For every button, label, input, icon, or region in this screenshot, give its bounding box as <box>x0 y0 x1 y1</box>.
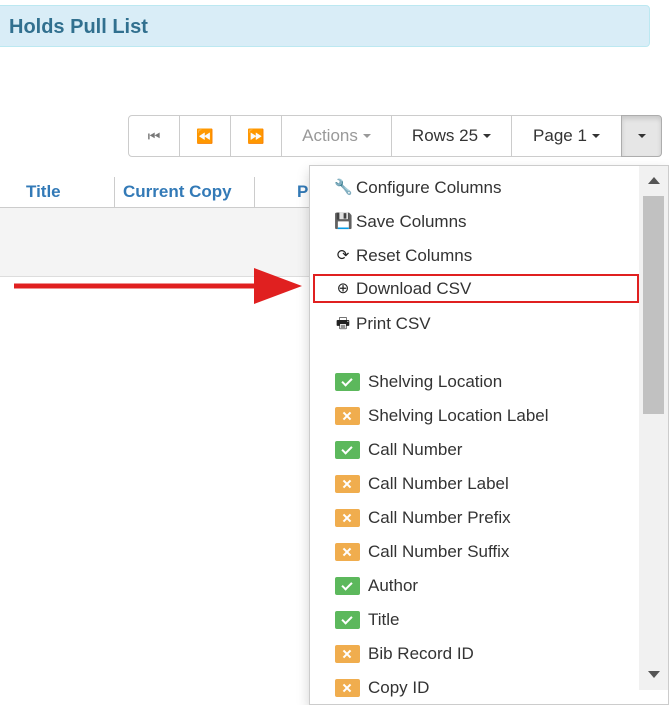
chevron-down-icon <box>637 134 646 138</box>
cross-icon <box>335 475 360 493</box>
column-toggle-call-number[interactable]: Call Number <box>335 435 462 465</box>
cross-icon <box>335 679 360 697</box>
grid-options-dropdown-button[interactable] <box>621 115 662 157</box>
save-icon: 💾 <box>334 213 353 230</box>
column-toggle-label: Copy ID <box>368 678 430 697</box>
column-toggle-label: Shelving Location Label <box>368 406 549 425</box>
next-page-icon: ⏩ <box>247 127 265 144</box>
column-toggle-label: Title <box>368 610 400 629</box>
column-toggle-call-number-suffix[interactable]: Call Number Suffix <box>335 537 509 567</box>
print-icon: 🖶 <box>335 315 351 332</box>
column-toggle-label: Author <box>368 576 419 595</box>
menu-item-label: Configure Columns <box>356 178 502 197</box>
refresh-icon: ⟳ <box>336 247 350 264</box>
check-icon <box>335 611 360 629</box>
scroll-down-arrow-icon[interactable] <box>648 671 660 678</box>
configure-columns-item[interactable]: 🔧 Configure Columns <box>334 173 502 203</box>
menu-item-label: Reset Columns <box>356 246 473 265</box>
check-icon <box>335 441 360 459</box>
wrench-icon: 🔧 <box>334 179 353 196</box>
column-toggle-label: Call Number Prefix <box>368 508 511 527</box>
rows-per-page-dropdown[interactable]: Rows 25 <box>391 115 512 157</box>
download-icon: ⊕ <box>336 280 350 297</box>
print-csv-item[interactable]: 🖶 Print CSV <box>334 309 431 339</box>
column-toggle-call-number-prefix[interactable]: Call Number Prefix <box>335 503 511 533</box>
column-toggle-shelving-location[interactable]: Shelving Location <box>335 367 502 397</box>
menu-item-label: Save Columns <box>356 212 467 231</box>
check-icon <box>335 577 360 595</box>
save-columns-item[interactable]: 💾 Save Columns <box>334 207 467 237</box>
scroll-thumb[interactable] <box>643 196 664 414</box>
scroll-up-arrow-icon[interactable] <box>648 177 660 184</box>
grid-options-menu: 🔧 Configure Columns 💾 Save Columns ⟳ Res… <box>309 165 669 705</box>
first-page-icon: ⏮ <box>147 127 161 144</box>
cross-icon <box>335 543 360 561</box>
page-dropdown[interactable]: Page 1 <box>511 115 622 157</box>
reset-columns-item[interactable]: ⟳ Reset Columns <box>334 241 473 271</box>
page-title: Holds Pull List <box>9 16 148 38</box>
column-toggle-label: Call Number Suffix <box>368 542 510 561</box>
actions-dropdown-button[interactable]: Actions <box>281 115 392 157</box>
column-header-title[interactable]: Title <box>15 177 115 208</box>
previous-page-icon: ⏪ <box>196 127 214 144</box>
cross-icon <box>335 509 360 527</box>
rows-label: Rows 25 <box>411 126 479 145</box>
column-toggle-label: Bib Record ID <box>368 644 474 663</box>
next-page-button[interactable]: ⏩ <box>230 115 282 157</box>
menu-item-label: Download CSV <box>356 279 472 298</box>
download-csv-item[interactable]: ⊕ Download CSV <box>334 274 472 304</box>
page-label: Page 1 <box>533 126 587 145</box>
chevron-down-icon <box>483 134 492 138</box>
previous-page-button[interactable]: ⏪ <box>179 115 231 157</box>
page-title-bar: Holds Pull List <box>0 5 650 47</box>
column-toggle-title[interactable]: Title <box>335 605 400 635</box>
grid-toolbar: ⏮ ⏪ ⏩ Actions Rows 25 Page 1 <box>128 115 662 157</box>
first-page-button[interactable]: ⏮ <box>128 115 180 157</box>
column-toggle-author[interactable]: Author <box>335 571 418 601</box>
cross-icon <box>335 645 360 663</box>
column-toggle-call-number-label[interactable]: Call Number Label <box>335 469 509 499</box>
column-toggle-label: Call Number Label <box>368 474 509 493</box>
actions-label: Actions <box>302 126 358 145</box>
cross-icon <box>335 407 360 425</box>
chevron-down-icon <box>591 134 600 138</box>
check-icon <box>335 373 360 391</box>
menu-item-label: Print CSV <box>356 314 431 333</box>
column-toggle-label: Call Number <box>368 440 463 459</box>
chevron-down-icon <box>362 134 371 138</box>
annotation-arrow <box>14 268 302 304</box>
grid-header-row: Title Current Copy P <box>0 177 340 208</box>
column-header-current-copy[interactable]: Current Copy <box>112 177 255 208</box>
column-toggle-copy-id[interactable]: Copy ID <box>335 673 429 703</box>
column-toggle-shelving-location-label[interactable]: Shelving Location Label <box>335 401 549 431</box>
column-toggle-bib-record-id[interactable]: Bib Record ID <box>335 639 474 669</box>
column-toggle-label: Shelving Location <box>368 372 503 391</box>
menu-scrollbar[interactable] <box>639 166 668 690</box>
